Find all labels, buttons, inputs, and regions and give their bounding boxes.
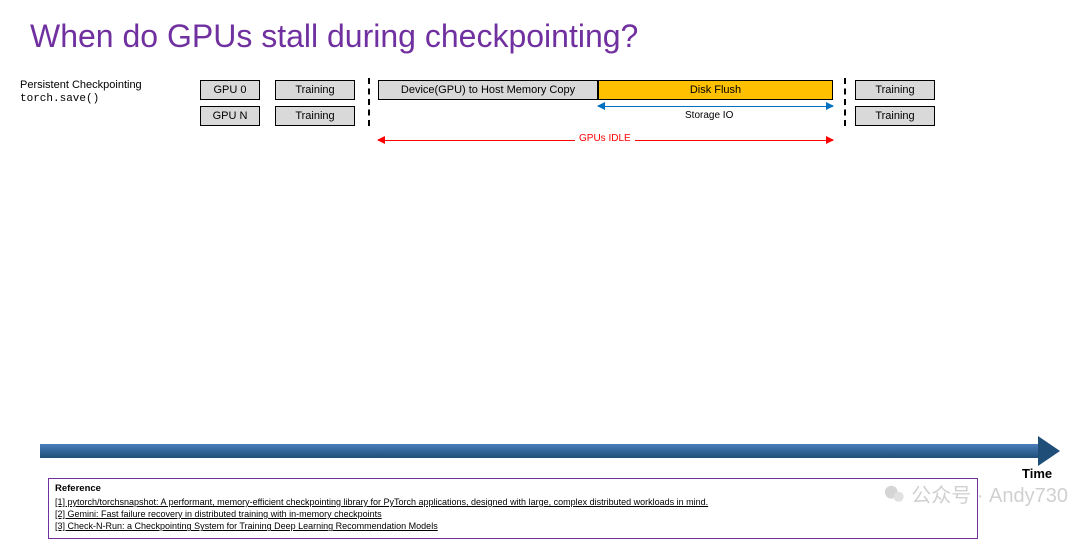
reference-3: [3] Check-N-Run: a Checkpointing System … (55, 520, 971, 532)
reference-1: [1] pytorch/torchsnapshot: A performant,… (55, 496, 971, 508)
box-gpun: GPU N (200, 106, 260, 126)
reference-2: [2] Gemini: Fast failure recovery in dis… (55, 508, 971, 520)
storage-io-label: Storage IO (685, 110, 733, 121)
box-gpu0: GPU 0 (200, 80, 260, 100)
dash-separator-left (368, 78, 370, 126)
subtitle-line-1: Persistent Checkpointing (20, 78, 142, 92)
time-axis-arrowhead (1038, 436, 1060, 466)
box-gpun-training2: Training (855, 106, 935, 126)
box-gpun-training1: Training (275, 106, 355, 126)
box-gpu0-memcopy: Device(GPU) to Host Memory Copy (378, 80, 598, 100)
gpus-idle-label: GPUs IDLE (575, 133, 635, 144)
dash-separator-right (844, 78, 846, 126)
storage-io-arrow (598, 106, 833, 107)
box-gpu0-training1: Training (275, 80, 355, 100)
time-axis-label: Time (1022, 466, 1052, 481)
slide-title: When do GPUs stall during checkpointing? (30, 18, 638, 55)
time-axis-bar (40, 444, 1040, 458)
references-box: Reference [1] pytorch/torchsnapshot: A p… (48, 478, 978, 539)
box-gpu0-diskflush: Disk Flush (598, 80, 833, 100)
subtitle-line-2: torch.save() (20, 92, 142, 106)
box-gpu0-training2: Training (855, 80, 935, 100)
references-header: Reference (55, 483, 971, 496)
subtitle-group: Persistent Checkpointing torch.save() (20, 78, 142, 107)
